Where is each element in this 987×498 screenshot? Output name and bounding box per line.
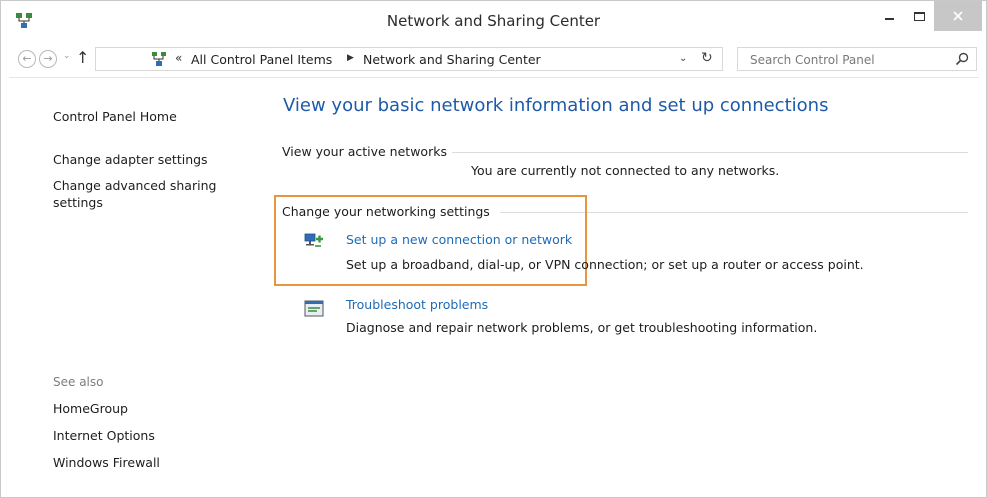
up-arrow-icon: ↑ [76, 48, 90, 67]
troubleshoot-description: Diagnose and repair network problems, or… [346, 320, 818, 335]
active-networks-heading: View your active networks [282, 144, 447, 159]
address-toolbar: ← → ⌄ ↑ « All Control Panel Items ▶ Netw… [1, 43, 986, 73]
troubleshoot-icon [304, 300, 324, 317]
minimize-button[interactable] [874, 1, 904, 31]
sidebar-link-control-panel-home[interactable]: Control Panel Home [53, 109, 177, 124]
setup-connection-link[interactable]: Set up a new connection or network [346, 232, 572, 247]
back-arrow-icon: ← [22, 52, 32, 65]
window-title: Network and Sharing Center [386, 12, 601, 30]
sidebar-link-change-advanced-sharing[interactable]: Change advanced sharing [53, 178, 216, 193]
active-networks-divider [452, 152, 968, 153]
sidebar-link-internet-options[interactable]: Internet Options [53, 428, 155, 443]
breadcrumb-separator-icon[interactable]: ▶ [347, 53, 354, 63]
setup-connection-description: Set up a broadband, dial-up, or VPN conn… [346, 257, 864, 272]
back-button[interactable]: ← [18, 50, 36, 68]
network-setup-icon [304, 233, 323, 247]
refresh-icon[interactable]: ↻ [701, 50, 713, 66]
control-panel-icon [152, 52, 166, 66]
troubleshoot-link[interactable]: Troubleshoot problems [346, 297, 488, 312]
sidebar-link-change-advanced-sharing-cont[interactable]: settings [53, 195, 103, 210]
title-bar: Network and Sharing Center [1, 1, 986, 41]
sidebar-link-homegroup[interactable]: HomeGroup [53, 401, 128, 416]
breadcrumb-overflow-icon[interactable]: « [175, 51, 182, 65]
search-box[interactable]: Search Control Panel [737, 47, 977, 71]
up-button[interactable]: ↑ [76, 48, 89, 67]
maximize-button[interactable] [904, 1, 934, 31]
chevron-down-icon: ⌄ [63, 51, 71, 61]
address-dropdown-icon[interactable]: ⌄ [679, 53, 687, 64]
close-button[interactable] [934, 1, 982, 31]
breadcrumb-all-control-panel-items[interactable]: All Control Panel Items [191, 52, 332, 67]
window: Network and Sharing Center ← → ⌄ ↑ « All… [0, 0, 987, 498]
forward-button[interactable]: → [39, 50, 57, 68]
maximize-icon [913, 11, 925, 21]
page-title: View your basic network information and … [283, 95, 829, 116]
sidebar-link-windows-firewall[interactable]: Windows Firewall [53, 455, 160, 470]
breadcrumb-network-sharing-center[interactable]: Network and Sharing Center [363, 52, 541, 67]
search-input[interactable]: Search Control Panel [750, 53, 875, 67]
minimize-icon [884, 18, 894, 20]
see-also-heading: See also [53, 375, 104, 389]
connection-status: You are currently not connected to any n… [471, 163, 780, 178]
recent-locations-dropdown[interactable]: ⌄ [63, 51, 71, 61]
close-icon [953, 11, 963, 21]
sidebar-link-change-adapter-settings[interactable]: Change adapter settings [53, 152, 208, 167]
search-icon[interactable] [954, 51, 970, 67]
forward-arrow-icon: → [43, 52, 53, 65]
